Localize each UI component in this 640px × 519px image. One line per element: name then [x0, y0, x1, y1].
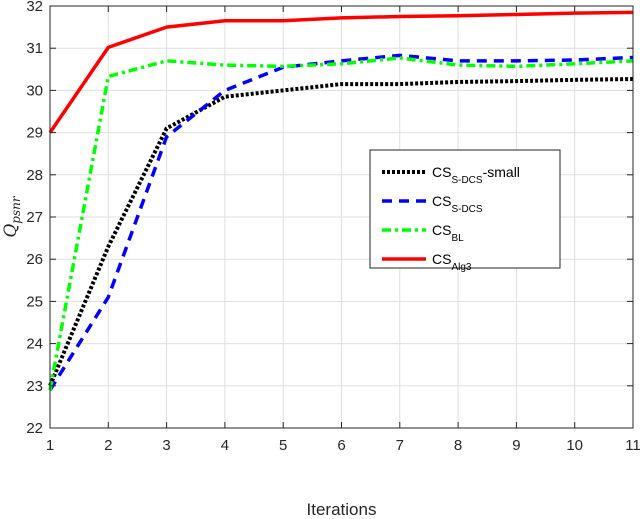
y-tick-label: 23	[26, 378, 43, 395]
legend-label-subscript: S-DCS	[451, 175, 482, 186]
x-tick-label: 7	[396, 437, 404, 454]
legend-label-suffix: -small	[483, 164, 520, 180]
legend-label-main: CS	[432, 193, 451, 209]
y-tick-label: 29	[26, 125, 43, 142]
legend-label-subscript: BL	[451, 233, 464, 244]
legend-label-subscript: Alg3	[451, 262, 471, 273]
y-tick-label: 30	[26, 82, 43, 99]
y-axis-label-subscript: psnr	[9, 195, 23, 224]
legend-label-subscript: S-DCS	[451, 204, 482, 215]
x-tick-label: 4	[221, 437, 229, 454]
x-tick-label: 8	[454, 437, 462, 454]
y-tick-label: 22	[26, 420, 43, 437]
x-tick-label: 10	[566, 437, 583, 454]
x-tick-label: 5	[279, 437, 287, 454]
y-axis-label-main: Q	[1, 224, 21, 238]
y-tick-label: 27	[26, 209, 43, 226]
y-tick-label: 26	[26, 251, 43, 268]
legend-label-main: CS	[432, 164, 451, 180]
y-axis-label: Qpsnr	[1, 195, 23, 238]
x-tick-label: 6	[337, 437, 345, 454]
legend: CSS-DCS-smallCSS-DCSCSBLCSAlg3	[369, 149, 561, 273]
x-tick-label: 1	[46, 437, 54, 454]
x-tick-label: 9	[512, 437, 520, 454]
x-tick-label: 3	[162, 437, 170, 454]
y-tick-label: 25	[26, 293, 43, 310]
x-tick-label: 11	[625, 437, 640, 454]
legend-label-main: CS	[432, 222, 451, 238]
x-axis-label: Iterations	[307, 500, 377, 519]
y-tick-label: 31	[26, 40, 43, 57]
x-tick-label: 2	[104, 437, 112, 454]
y-tick-label: 32	[26, 0, 43, 15]
svg-text:Qpsnr: Qpsnr	[1, 195, 23, 238]
y-tick-label: 24	[26, 336, 43, 353]
chart: 1 2 3 4 5 6 7 8 9 10 112223242526272829303132 Iter…	[1, 0, 640, 519]
y-tick-label: 28	[26, 167, 43, 184]
legend-label-main: CS	[432, 251, 451, 267]
